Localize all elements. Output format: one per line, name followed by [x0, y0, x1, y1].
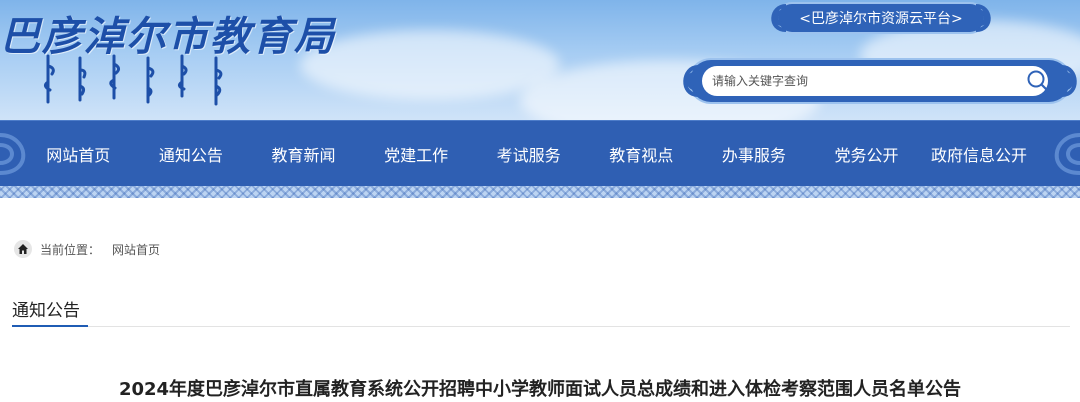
section-active-underline: [12, 325, 88, 327]
platform-link-label[interactable]: <巴彦淖尔市资源云平台>: [799, 8, 962, 28]
section-divider: [12, 326, 1070, 327]
nav-item-home[interactable]: 网站首页: [22, 121, 135, 187]
mongolian-script-logo: [43, 54, 223, 106]
section-title[interactable]: 通知公告: [12, 296, 80, 327]
nav-item-services[interactable]: 办事服务: [698, 121, 811, 187]
nav-item-exam-services[interactable]: 考试服务: [472, 121, 585, 187]
nav-pattern-border: [0, 186, 1080, 198]
breadcrumb: 当前位置： 网站首页: [14, 239, 160, 259]
ornament-curl-icon: [975, 4, 991, 32]
nav-list: 网站首页 通知公告 教育新闻 党建工作 考试服务 教育视点 办事服务 党务公开 …: [22, 121, 1035, 187]
search-input[interactable]: [702, 66, 1048, 96]
resource-cloud-platform-link[interactable]: <巴彦淖尔市资源云平台>: [771, 4, 991, 32]
nav-ornament-icon: [1054, 133, 1080, 175]
search-box: [683, 60, 1077, 102]
nav-item-party-affairs[interactable]: 党务公开: [810, 121, 923, 187]
banner-cloud: [300, 30, 560, 100]
header-banner: 巴彦淖尔市教育局 <巴彦淖尔市资源云平台>: [0, 0, 1080, 120]
search-button[interactable]: [1024, 68, 1052, 94]
article-title: 2024年度巴彦淖尔市直属教育系统公开招聘中小学教师面试人员总成绩和进入体检考察…: [118, 379, 962, 400]
ornament-curl-icon: [771, 4, 787, 32]
nav-item-notices[interactable]: 通知公告: [135, 121, 248, 187]
nav-item-education-news[interactable]: 教育新闻: [247, 121, 360, 187]
nav-item-party-building[interactable]: 党建工作: [360, 121, 473, 187]
main-nav: 网站首页 通知公告 教育新闻 党建工作 考试服务 教育视点 办事服务 党务公开 …: [0, 120, 1080, 186]
breadcrumb-current[interactable]: 网站首页: [112, 241, 160, 258]
breadcrumb-label: 当前位置：: [40, 242, 101, 257]
home-icon[interactable]: [14, 240, 32, 258]
search-icon: [1027, 70, 1050, 93]
ornament-curl-icon: [1061, 65, 1077, 97]
nav-item-gov-info[interactable]: 政府信息公开: [923, 121, 1036, 187]
nav-item-education-viewpoints[interactable]: 教育视点: [585, 121, 698, 187]
ornament-curl-icon: [683, 65, 699, 97]
